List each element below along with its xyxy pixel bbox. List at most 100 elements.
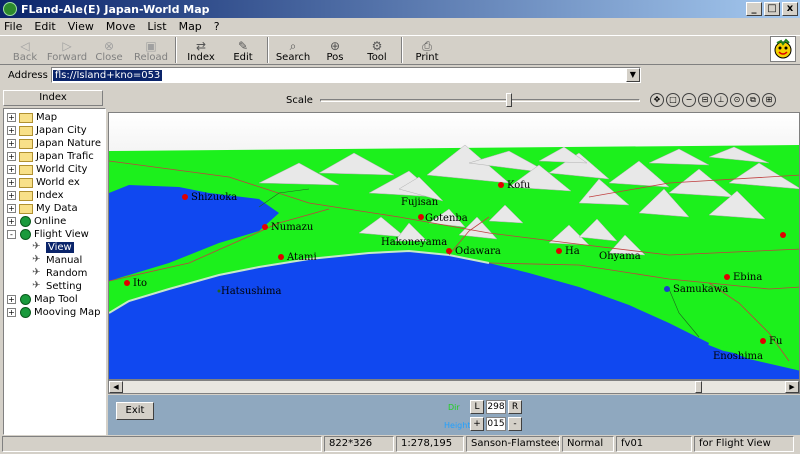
search-button[interactable]: ⌕ Search: [272, 36, 314, 64]
print-button[interactable]: ⎙ Print: [406, 36, 448, 64]
terrain-view[interactable]: Shizuoka Kofu Fujisan Gotenba Numazu Hak…: [109, 113, 800, 380]
index-button[interactable]: ⇄ Index: [180, 36, 222, 64]
status-size: 822*326: [324, 436, 394, 452]
tree-item-flight-view[interactable]: - Flight View: [4, 228, 105, 241]
label-samukawa: Samukawa: [673, 284, 728, 295]
menu-move[interactable]: Move: [106, 20, 136, 33]
address-label: Address: [8, 69, 48, 81]
move-icon[interactable]: ✥: [650, 93, 664, 107]
grid-icon[interactable]: ⊞: [762, 93, 776, 107]
address-dropdown-button[interactable]: ▼: [625, 68, 640, 82]
address-input[interactable]: fls://Island+kno=053 ▼: [50, 67, 641, 83]
menu-view[interactable]: View: [68, 20, 94, 33]
index-header[interactable]: Index: [3, 90, 103, 106]
minus-box-icon[interactable]: ⊟: [698, 93, 712, 107]
tree-item-mooving-map[interactable]: + Mooving Map: [4, 306, 105, 319]
close-button[interactable]: ⊗ Close: [88, 36, 130, 64]
back-button[interactable]: ◁ Back: [4, 36, 46, 64]
globe-icon: [20, 216, 31, 227]
horizontal-scrollbar[interactable]: ◀ ▶: [108, 380, 800, 394]
label-hadano: Ha: [565, 246, 580, 257]
pos-button[interactable]: ⊕ Pos: [314, 36, 356, 64]
app-logo: [770, 36, 796, 62]
title-bar: FLand-Ale(E) Japan-World Map _ □ x: [0, 0, 800, 18]
height-value: 015: [486, 417, 506, 431]
height-up-button[interactable]: +: [470, 417, 484, 431]
rotate-left-button[interactable]: L: [470, 400, 484, 414]
app-icon: [3, 2, 17, 16]
printer-icon: ⎙: [422, 39, 432, 53]
folder-icon: [19, 164, 33, 175]
label-ito: Ito: [133, 278, 147, 289]
label-hakoneyama: Hakoneyama: [381, 237, 447, 248]
plane-icon: ✈: [32, 267, 41, 278]
expand-icon[interactable]: +: [7, 204, 16, 213]
label-kofu: Kofu: [507, 180, 531, 191]
scroll-thumb[interactable]: [695, 381, 702, 393]
expand-icon[interactable]: +: [7, 191, 16, 200]
maximize-button[interactable]: □: [764, 2, 780, 16]
layers-icon[interactable]: ⧉: [746, 93, 760, 107]
forward-button[interactable]: ▷ Forward: [46, 36, 88, 64]
tree-item-map-tool[interactable]: + Map Tool: [4, 293, 105, 306]
index-icon: ⇄: [195, 39, 207, 53]
tree-item-japan-trafic[interactable]: + Japan Trafic: [4, 150, 105, 163]
scale-slider-track[interactable]: [320, 99, 640, 102]
tree-item-world-ex[interactable]: + World ex: [4, 176, 105, 189]
close-window-button[interactable]: x: [782, 2, 798, 16]
zoom-out-icon[interactable]: −: [682, 93, 696, 107]
label-fujisawa: Fu: [769, 336, 783, 347]
address-bar: Address fls://Island+kno=053 ▼: [0, 66, 800, 84]
tree-item-setting[interactable]: ✈ Setting: [4, 280, 105, 293]
scroll-left-button[interactable]: ◀: [109, 381, 123, 393]
menu-edit[interactable]: Edit: [34, 20, 55, 33]
height-down-button[interactable]: -: [508, 417, 522, 431]
toolbar-separator: [401, 37, 403, 63]
expand-icon[interactable]: +: [7, 126, 16, 135]
scale-bar: Scale ✥ □ − ⊟ ⊥ ⊙ ⧉ ⊞: [108, 90, 800, 110]
tree-item-japan-nature[interactable]: + Japan Nature: [4, 137, 105, 150]
menu-map[interactable]: Map: [179, 20, 202, 33]
scale-slider-thumb[interactable]: [506, 93, 512, 107]
pin-icon[interactable]: ⊥: [714, 93, 728, 107]
tree-item-view[interactable]: ✈ View: [4, 241, 105, 254]
expand-icon[interactable]: +: [7, 295, 16, 304]
menu-file[interactable]: File: [4, 20, 22, 33]
tool-button[interactable]: ⚙ Tool: [356, 36, 398, 64]
expand-icon[interactable]: +: [7, 139, 16, 148]
tree-item-random[interactable]: ✈ Random: [4, 267, 105, 280]
exit-button[interactable]: Exit: [116, 402, 154, 420]
scroll-right-button[interactable]: ▶: [785, 381, 799, 393]
label-shizuoka: Shizuoka: [191, 192, 237, 203]
expand-icon[interactable]: +: [7, 178, 16, 187]
tree-item-my-data[interactable]: + My Data: [4, 202, 105, 215]
tree-item-manual[interactable]: ✈ Manual: [4, 254, 105, 267]
menu-bar: File Edit View Move List Map ?: [0, 18, 800, 34]
expand-icon[interactable]: +: [7, 113, 16, 122]
label-enoshima: Enoshima: [713, 351, 763, 362]
menu-list[interactable]: List: [147, 20, 166, 33]
tree-item-online[interactable]: + Online: [4, 215, 105, 228]
tree-item-world-city[interactable]: + World City: [4, 163, 105, 176]
tree-item-index[interactable]: + Index: [4, 189, 105, 202]
rotate-right-button[interactable]: R: [508, 400, 522, 414]
toolbar: ◁ Back ▷ Forward ⊗ Close ▣ Reload ⇄ Index ✎ Ed…: [0, 35, 800, 65]
flight-view-canvas[interactable]: Shizuoka Kofu Fujisan Gotenba Numazu Hak…: [108, 112, 800, 380]
collapse-icon[interactable]: -: [7, 230, 16, 239]
menu-help[interactable]: ?: [214, 20, 220, 33]
tree-item-map[interactable]: + Map: [4, 111, 105, 124]
edit-icon: ✎: [237, 39, 249, 53]
index-tree[interactable]: + Map + Japan City + Japan Nature + Japan Tr…: [3, 108, 106, 435]
reload-button[interactable]: ▣ Reload: [130, 36, 172, 64]
expand-icon[interactable]: +: [7, 217, 16, 226]
tree-item-japan-city[interactable]: + Japan City: [4, 124, 105, 137]
square-icon[interactable]: □: [666, 93, 680, 107]
expand-icon[interactable]: +: [7, 308, 16, 317]
center-icon[interactable]: ⊙: [730, 93, 744, 107]
expand-icon[interactable]: +: [7, 165, 16, 174]
edit-button[interactable]: ✎ Edit: [222, 36, 264, 64]
label-numazu: Numazu: [271, 222, 314, 233]
minimize-button[interactable]: _: [746, 2, 762, 16]
status-scale: 1:278,195: [396, 436, 464, 452]
expand-icon[interactable]: +: [7, 152, 16, 161]
